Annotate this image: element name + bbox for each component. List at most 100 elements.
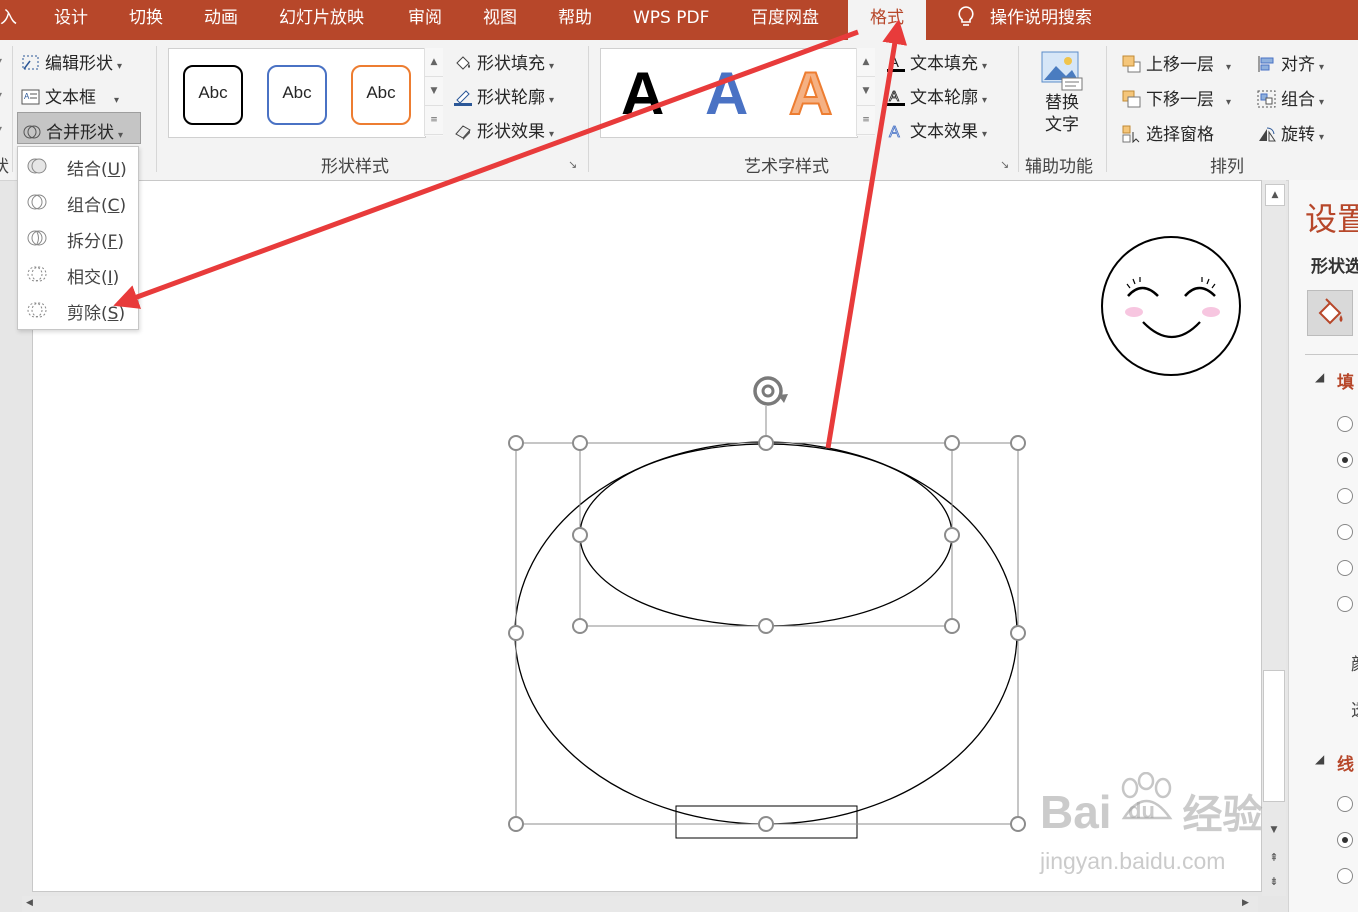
chevron-down-icon: ▾ xyxy=(1226,97,1232,108)
shape-style-sample[interactable]: Abc xyxy=(267,65,327,125)
selection-pane-button[interactable]: 选择窗格 xyxy=(1122,120,1214,145)
merge-shapes-button[interactable]: 合并形状 ▾ xyxy=(17,112,141,144)
group-objects-label: 组合 xyxy=(1281,90,1315,110)
gallery-scroll[interactable]: ▲ ▼ ≡ xyxy=(856,48,875,136)
watermark-url: jingyan.baidu.com xyxy=(1040,848,1226,874)
wordart-sample[interactable]: A xyxy=(621,59,664,129)
fill-option-radio[interactable] xyxy=(1337,488,1353,504)
scroll-down-icon[interactable]: ▼ xyxy=(425,77,443,106)
scroll-down-icon[interactable]: ▼ xyxy=(1265,820,1283,840)
tab-7[interactable]: 帮助 xyxy=(558,0,592,40)
text-outline-button[interactable]: A 文本轮廓 ▾ xyxy=(886,83,987,108)
menu-item-label: 剪除(S) xyxy=(67,304,126,324)
scroll-right-icon[interactable]: ▶ xyxy=(1242,898,1249,908)
collapse-triangle-icon[interactable]: ◢ xyxy=(1315,370,1324,384)
shape-fill-button[interactable]: 形状填充 ▾ xyxy=(453,49,554,74)
chevron-down-icon: ▾ xyxy=(982,95,988,106)
tab-9[interactable]: 百度网盘 xyxy=(751,0,819,40)
chevron-down-icon: ▾ xyxy=(1319,132,1325,143)
edit-shape-button[interactable]: 编辑形状 ▾ xyxy=(21,49,122,74)
bring-forward-icon xyxy=(1122,55,1141,73)
group-objects-button[interactable]: 组合 ▾ xyxy=(1257,85,1324,110)
text-box-icon: A xyxy=(21,89,40,105)
chevron-down-icon: ▾ xyxy=(117,61,123,72)
tell-me-search[interactable]: 操作说明搜索 xyxy=(956,0,1092,40)
shape-style-sample[interactable]: Abc xyxy=(351,65,411,125)
collapsed-dropdown[interactable]: ▾ xyxy=(0,122,2,136)
line-section-header[interactable]: 线 xyxy=(1337,750,1354,775)
chevron-down-icon: ▾ xyxy=(114,95,120,106)
gallery-more-icon[interactable]: ≡ xyxy=(425,106,443,135)
fill-option-radio[interactable] xyxy=(1337,416,1353,432)
fill-option-radio[interactable] xyxy=(1337,452,1353,468)
dialog-launcher-icon[interactable]: ↘ xyxy=(568,158,577,171)
scroll-down-icon[interactable]: ▼ xyxy=(857,77,875,106)
svg-text:A: A xyxy=(889,54,899,71)
previous-slide-icon[interactable]: ⇞ xyxy=(1265,848,1283,868)
alt-text-button[interactable]: 替换 文字 xyxy=(1038,48,1086,136)
group-separator xyxy=(1018,46,1019,172)
fill-option-radio[interactable] xyxy=(1337,524,1353,540)
text-box-label: 文本框 xyxy=(45,88,96,108)
gallery-more-icon[interactable]: ≡ xyxy=(857,106,875,135)
fill-option-radio[interactable] xyxy=(1337,560,1353,576)
svg-text:A: A xyxy=(889,124,900,140)
wordart-gallery[interactable]: A A A xyxy=(600,48,858,138)
vertical-scrollbar[interactable]: ▲ ▼ ⇞ ⇟ xyxy=(1262,180,1286,896)
menu-item-union[interactable]: 结合(U) xyxy=(18,148,136,184)
text-effects-button[interactable]: A 文本效果 ▾ xyxy=(886,117,987,142)
scroll-left-icon[interactable]: ◀ xyxy=(26,898,33,908)
line-option-radio[interactable] xyxy=(1337,832,1353,848)
tell-me-label: 操作说明搜索 xyxy=(990,8,1092,28)
collapsed-dropdown[interactable]: ▾ xyxy=(0,88,2,102)
wordart-sample[interactable]: A xyxy=(705,59,748,129)
collapsed-dropdown[interactable]: ▾ xyxy=(0,54,2,68)
watermark-text: du xyxy=(1128,798,1155,823)
fill-section-header[interactable]: 填 xyxy=(1337,368,1354,393)
shape-style-gallery[interactable]: Abc Abc Abc xyxy=(168,48,426,138)
pen-outline-icon xyxy=(454,90,472,106)
menu-item-subtract[interactable]: 剪除(S) xyxy=(18,292,136,328)
fill-line-tab[interactable] xyxy=(1307,290,1353,336)
menu-item-intersect[interactable]: 相交(I) xyxy=(18,256,136,292)
align-button[interactable]: 对齐 ▾ xyxy=(1257,50,1324,75)
scroll-up-icon[interactable]: ▲ xyxy=(1265,184,1285,206)
dialog-launcher-icon[interactable]: ↘ xyxy=(1000,158,1009,171)
line-option-radio[interactable] xyxy=(1337,868,1353,884)
tab-format[interactable]: 格式 xyxy=(848,0,926,40)
shape-styles-group-label: 形状样式 xyxy=(321,157,389,177)
send-backward-button[interactable]: 下移一层 ▾ xyxy=(1122,85,1231,110)
text-box-button[interactable]: A 文本框 ▾ xyxy=(21,83,119,108)
scroll-thumb[interactable] xyxy=(1263,670,1285,802)
chevron-down-icon: ▾ xyxy=(982,129,988,140)
text-fill-button[interactable]: A 文本填充 ▾ xyxy=(886,49,987,74)
bring-forward-button[interactable]: 上移一层 ▾ xyxy=(1122,50,1231,75)
shape-style-sample[interactable]: Abc xyxy=(183,65,243,125)
shape-outline-button[interactable]: 形状轮廓 ▾ xyxy=(453,83,554,108)
fill-option-radio[interactable] xyxy=(1337,596,1353,612)
shape-effects-button[interactable]: 形状效果 ▾ xyxy=(453,117,554,142)
tab-2[interactable]: 切换 xyxy=(129,0,163,40)
tab-0[interactable]: 入 xyxy=(0,0,17,40)
pane-subtitle[interactable]: 形状选 xyxy=(1311,252,1358,277)
selection-pane-icon xyxy=(1122,125,1140,143)
tab-6[interactable]: 视图 xyxy=(483,0,517,40)
scroll-up-icon[interactable]: ▲ xyxy=(425,48,443,77)
collapse-triangle-icon[interactable]: ◢ xyxy=(1315,752,1324,766)
tab-3[interactable]: 动画 xyxy=(204,0,238,40)
rotate-button[interactable]: 旋转 ▾ xyxy=(1257,120,1324,145)
gallery-scroll[interactable]: ▲ ▼ ≡ xyxy=(424,48,443,136)
tab-4[interactable]: 幻灯片放映 xyxy=(279,0,364,40)
menu-item-fragment[interactable]: 拆分(F) xyxy=(18,220,136,256)
scroll-up-icon[interactable]: ▲ xyxy=(857,48,875,77)
next-slide-icon[interactable]: ⇟ xyxy=(1265,872,1283,892)
tab-8[interactable]: WPS PDF xyxy=(633,0,709,40)
horizontal-scrollbar[interactable]: ◀ ▶ xyxy=(22,896,1258,912)
chevron-down-icon: ▾ xyxy=(549,95,555,106)
menu-item-combine[interactable]: 组合(C) xyxy=(18,184,136,220)
tab-1[interactable]: 设计 xyxy=(54,0,88,40)
chevron-down-icon: ▾ xyxy=(1319,97,1325,108)
line-option-radio[interactable] xyxy=(1337,796,1353,812)
tab-5[interactable]: 审阅 xyxy=(408,0,442,40)
wordart-sample[interactable]: A xyxy=(788,59,833,129)
